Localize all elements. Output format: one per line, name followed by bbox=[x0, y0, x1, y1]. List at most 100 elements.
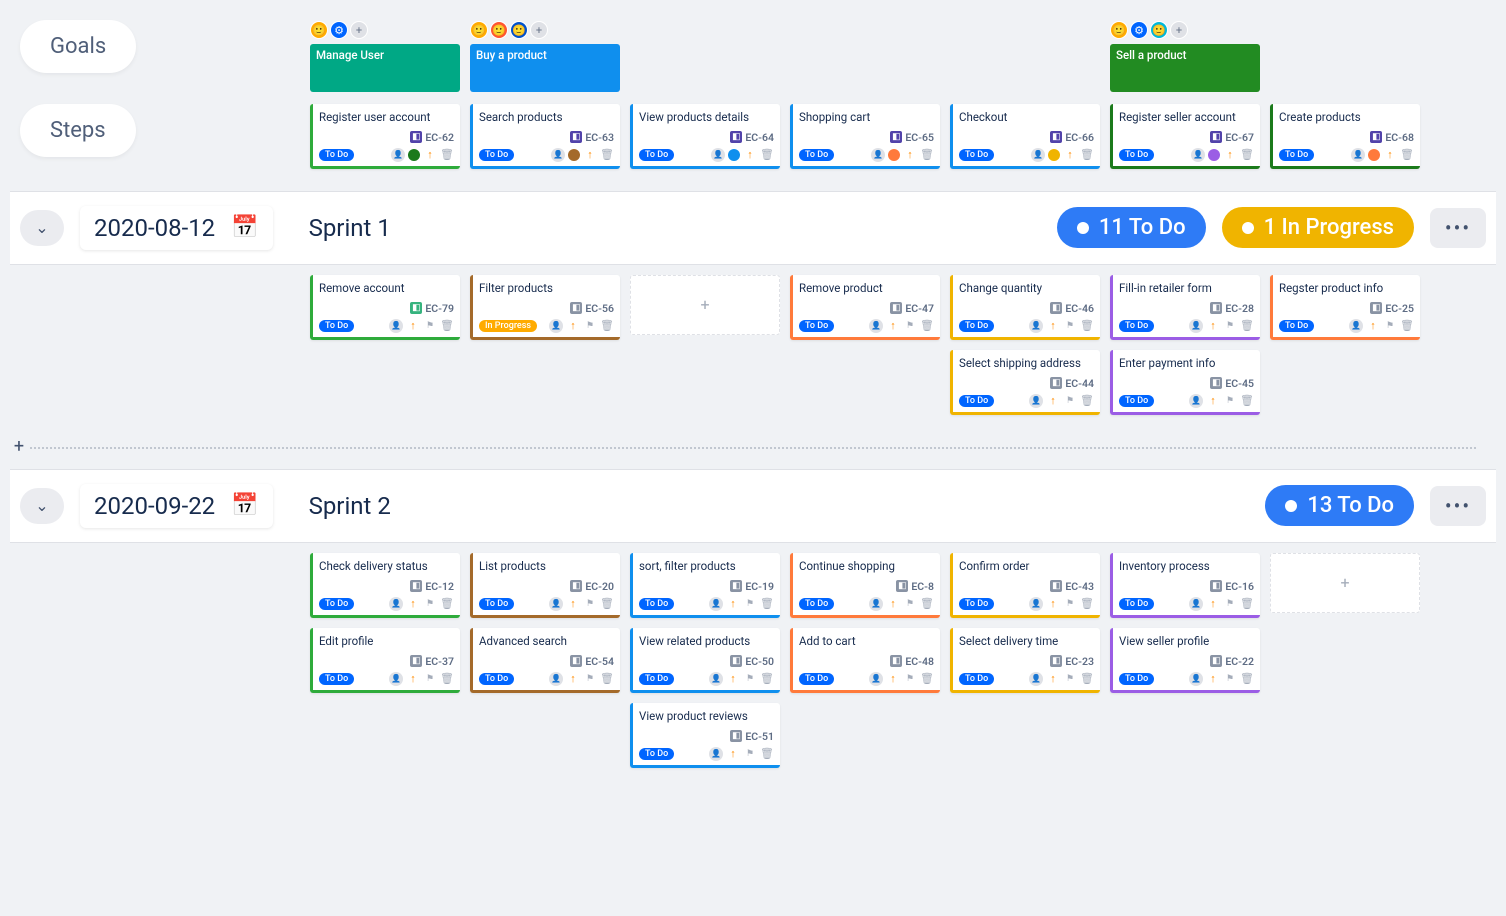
status-pill[interactable]: To Do bbox=[959, 395, 994, 407]
flag-icon[interactable]: ⚑ bbox=[1383, 319, 1397, 333]
story-card[interactable]: View related products◧EC-50To Do👤↑⚑🗑 bbox=[630, 628, 780, 693]
assignee-icon[interactable]: 👤 bbox=[709, 597, 723, 611]
status-pill[interactable]: To Do bbox=[319, 598, 354, 610]
status-pill[interactable]: To Do bbox=[319, 149, 354, 161]
story-card[interactable]: Register seller account◧EC-67To Do👤↑🗑 bbox=[1110, 104, 1260, 169]
story-card[interactable]: View products details◧EC-64To Do👤↑🗑 bbox=[630, 104, 780, 169]
add-card-placeholder[interactable]: + bbox=[1270, 553, 1420, 613]
delete-icon[interactable]: 🗑 bbox=[1080, 394, 1094, 408]
story-card[interactable]: Inventory process◧EC-16To Do👤↑⚑🗑 bbox=[1110, 553, 1260, 618]
story-card[interactable]: Select shipping address◧EC-44To Do👤↑⚑🗑 bbox=[950, 350, 1100, 415]
flag-icon[interactable]: ⚑ bbox=[1223, 319, 1237, 333]
delete-icon[interactable]: 🗑 bbox=[600, 672, 614, 686]
delete-icon[interactable]: 🗑 bbox=[920, 148, 934, 162]
story-card[interactable]: Fill-in retailer form◧EC-28To Do👤↑⚑🗑 bbox=[1110, 275, 1260, 340]
delete-icon[interactable]: 🗑 bbox=[1080, 597, 1094, 611]
assignee-icon[interactable]: 👤 bbox=[1351, 148, 1365, 162]
status-pill[interactable]: To Do bbox=[639, 673, 674, 685]
delete-icon[interactable]: 🗑 bbox=[1080, 319, 1094, 333]
assignee-icon[interactable]: 👤 bbox=[1029, 672, 1043, 686]
flag-icon[interactable]: ⚑ bbox=[903, 597, 917, 611]
avatar-face1-icon[interactable]: 🙂 bbox=[470, 21, 488, 39]
status-pill[interactable]: To Do bbox=[1119, 598, 1154, 610]
assignee-icon[interactable]: 👤 bbox=[711, 148, 725, 162]
flag-icon[interactable]: ⚑ bbox=[1063, 394, 1077, 408]
delete-icon[interactable]: 🗑 bbox=[760, 148, 774, 162]
status-pill[interactable]: To Do bbox=[1279, 149, 1314, 161]
avatar-face2-icon[interactable]: 🙂 bbox=[490, 21, 508, 39]
more-menu-button[interactable]: ••• bbox=[1430, 486, 1486, 526]
assignee-icon[interactable]: 👤 bbox=[1189, 319, 1203, 333]
goal-card[interactable]: Manage User bbox=[310, 44, 460, 92]
story-card[interactable]: Enter payment info◧EC-45To Do👤↑⚑🗑 bbox=[1110, 350, 1260, 415]
assignee-icon[interactable]: 👤 bbox=[1189, 597, 1203, 611]
delete-icon[interactable]: 🗑 bbox=[1240, 597, 1254, 611]
assignee-icon[interactable]: 👤 bbox=[549, 597, 563, 611]
story-card[interactable]: List products◧EC-20To Do👤↑⚑🗑 bbox=[470, 553, 620, 618]
assignee-icon[interactable]: 👤 bbox=[709, 672, 723, 686]
status-pill[interactable]: To Do bbox=[479, 673, 514, 685]
avatar-face4-icon[interactable]: 🙂 bbox=[1150, 21, 1168, 39]
story-card[interactable]: Add to cart◧EC-48To Do👤↑⚑🗑 bbox=[790, 628, 940, 693]
flag-icon[interactable]: ⚑ bbox=[743, 597, 757, 611]
status-pill[interactable]: To Do bbox=[1119, 320, 1154, 332]
status-pill[interactable]: To Do bbox=[319, 320, 354, 332]
story-card[interactable]: Change quantity◧EC-46To Do👤↑⚑🗑 bbox=[950, 275, 1100, 340]
flag-icon[interactable]: ⚑ bbox=[423, 672, 437, 686]
delete-icon[interactable]: 🗑 bbox=[1240, 394, 1254, 408]
story-card[interactable]: Checkout◧EC-66To Do👤↑🗑 bbox=[950, 104, 1100, 169]
story-card[interactable]: Edit profile◧EC-37To Do👤↑⚑🗑 bbox=[310, 628, 460, 693]
delete-icon[interactable]: 🗑 bbox=[1240, 319, 1254, 333]
status-pill[interactable]: To Do bbox=[799, 149, 834, 161]
flag-icon[interactable]: ⚑ bbox=[743, 672, 757, 686]
sprint-date-picker[interactable]: 2020-09-22📅 bbox=[80, 484, 273, 528]
delete-icon[interactable]: 🗑 bbox=[1240, 672, 1254, 686]
delete-icon[interactable]: 🗑 bbox=[1080, 148, 1094, 162]
status-pill[interactable]: To Do bbox=[959, 598, 994, 610]
avatar-gear-icon[interactable]: ⚙ bbox=[1130, 21, 1148, 39]
delete-icon[interactable]: 🗑 bbox=[920, 319, 934, 333]
delete-icon[interactable]: 🗑 bbox=[440, 597, 454, 611]
story-card[interactable]: Select delivery time◧EC-23To Do👤↑⚑🗑 bbox=[950, 628, 1100, 693]
flag-icon[interactable]: ⚑ bbox=[583, 597, 597, 611]
assignee-icon[interactable]: 👤 bbox=[869, 597, 883, 611]
assignee-icon[interactable]: 👤 bbox=[1029, 394, 1043, 408]
assignee-icon[interactable]: 👤 bbox=[709, 747, 723, 761]
status-pill[interactable]: To Do bbox=[639, 598, 674, 610]
story-card[interactable]: Regster product info◧EC-25To Do👤↑⚑🗑 bbox=[1270, 275, 1420, 340]
assignee-icon[interactable]: 👤 bbox=[1029, 597, 1043, 611]
status-pill[interactable]: In Progress bbox=[479, 320, 537, 332]
more-menu-button[interactable]: ••• bbox=[1430, 208, 1486, 248]
assignee-icon[interactable]: 👤 bbox=[1189, 672, 1203, 686]
flag-icon[interactable]: ⚑ bbox=[1223, 672, 1237, 686]
story-card[interactable]: Filter products◧EC-56In Progress👤↑⚑🗑 bbox=[470, 275, 620, 340]
status-pill[interactable]: To Do bbox=[959, 149, 994, 161]
status-pill[interactable]: To Do bbox=[959, 673, 994, 685]
story-card[interactable]: View product reviews◧EC-51To Do👤↑⚑🗑 bbox=[630, 703, 780, 768]
delete-icon[interactable]: 🗑 bbox=[1240, 148, 1254, 162]
assignee-icon[interactable]: 👤 bbox=[869, 672, 883, 686]
status-pill[interactable]: To Do bbox=[639, 748, 674, 760]
flag-icon[interactable]: ⚑ bbox=[423, 597, 437, 611]
delete-icon[interactable]: 🗑 bbox=[920, 672, 934, 686]
status-pill[interactable]: To Do bbox=[799, 320, 834, 332]
delete-icon[interactable]: 🗑 bbox=[440, 319, 454, 333]
assignee-icon[interactable]: 👤 bbox=[1349, 319, 1363, 333]
story-card[interactable]: Register user account◧EC-62To Do👤↑🗑 bbox=[310, 104, 460, 169]
status-count-pill[interactable]: 13 To Do bbox=[1265, 485, 1414, 526]
flag-icon[interactable]: ⚑ bbox=[1063, 319, 1077, 333]
assignee-icon[interactable]: 👤 bbox=[389, 597, 403, 611]
status-pill[interactable]: To Do bbox=[1279, 320, 1314, 332]
flag-icon[interactable]: ⚑ bbox=[583, 319, 597, 333]
flag-icon[interactable]: ⚑ bbox=[743, 747, 757, 761]
flag-icon[interactable]: ⚑ bbox=[1223, 597, 1237, 611]
delete-icon[interactable]: 🗑 bbox=[440, 148, 454, 162]
avatar-face1-icon[interactable]: 🙂 bbox=[310, 21, 328, 39]
delete-icon[interactable]: 🗑 bbox=[600, 597, 614, 611]
avatar-add-icon[interactable]: + bbox=[530, 21, 548, 39]
status-pill[interactable]: To Do bbox=[479, 598, 514, 610]
flag-icon[interactable]: ⚑ bbox=[423, 319, 437, 333]
add-card-placeholder[interactable]: + bbox=[630, 275, 780, 335]
story-card[interactable]: Create products◧EC-68To Do👤↑🗑 bbox=[1270, 104, 1420, 169]
story-card[interactable]: Advanced search◧EC-54To Do👤↑⚑🗑 bbox=[470, 628, 620, 693]
